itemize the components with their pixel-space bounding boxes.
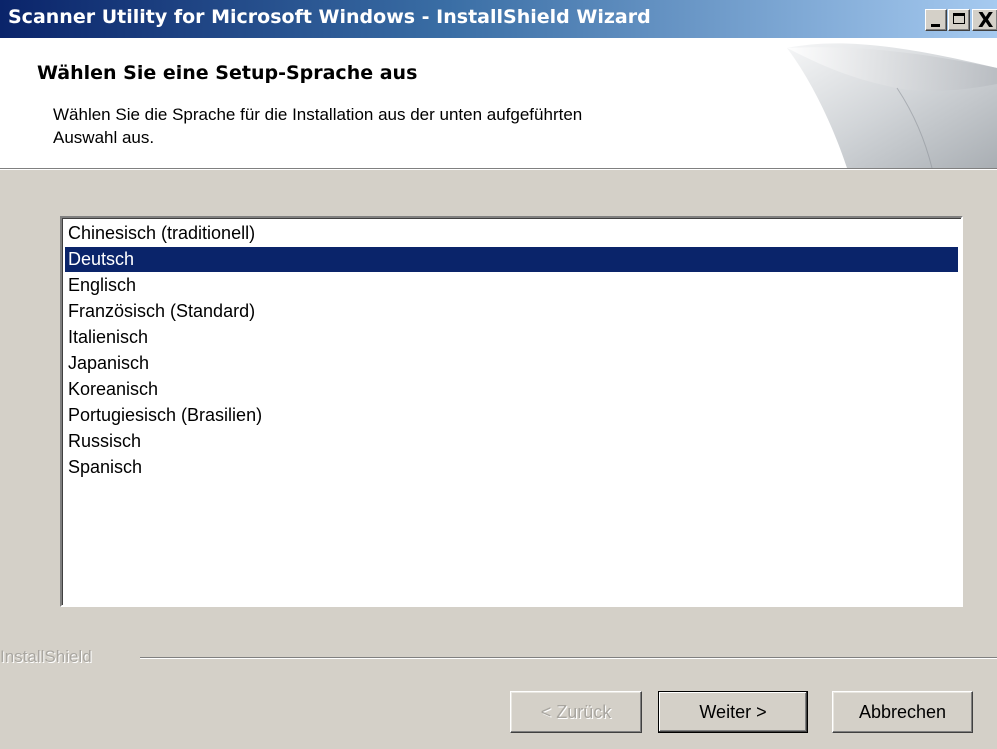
close-icon: X bbox=[978, 8, 994, 32]
page-description: Wählen Sie die Sprache für die Installat… bbox=[53, 105, 583, 147]
maximize-icon bbox=[953, 13, 965, 24]
page-curl-graphic bbox=[777, 38, 997, 168]
maximize-button[interactable] bbox=[948, 9, 970, 31]
title-bar[interactable]: Scanner Utility for Microsoft Windows - … bbox=[0, 0, 997, 38]
language-list-item[interactable]: Russisch bbox=[65, 429, 958, 454]
language-list-item[interactable]: Deutsch bbox=[65, 247, 958, 272]
installshield-label: InstallShield bbox=[0, 647, 92, 666]
header-banner: Wählen Sie eine Setup-Sprache aus Wählen… bbox=[0, 38, 997, 169]
installshield-wizard-window: Scanner Utility for Microsoft Windows - … bbox=[0, 0, 997, 749]
language-list-item[interactable]: Französisch (Standard) bbox=[65, 299, 958, 324]
language-list[interactable]: Chinesisch (traditionell) Deutsch Englisch… bbox=[60, 216, 963, 607]
language-list-item[interactable]: Portugiesisch (Brasilien) bbox=[65, 403, 958, 428]
language-list-item[interactable]: Italienisch bbox=[65, 325, 958, 350]
window-title: Scanner Utility for Microsoft Windows - … bbox=[8, 6, 651, 28]
close-button[interactable]: X bbox=[972, 9, 997, 31]
next-button[interactable]: Weiter > bbox=[658, 691, 808, 733]
banner-divider bbox=[0, 169, 997, 170]
language-list-item[interactable]: Spanisch bbox=[65, 455, 958, 480]
cancel-button[interactable]: Abbrechen bbox=[832, 691, 973, 733]
minimize-button[interactable] bbox=[925, 9, 947, 31]
language-list-item[interactable]: Chinesisch (traditionell) bbox=[65, 221, 958, 246]
footer-divider bbox=[140, 657, 997, 659]
page-title: Wählen Sie eine Setup-Sprache aus bbox=[37, 62, 418, 84]
minimize-icon bbox=[931, 24, 940, 27]
back-button[interactable]: < Zurück bbox=[510, 691, 642, 733]
language-list-item[interactable]: Japanisch bbox=[65, 351, 958, 376]
language-list-item[interactable]: Koreanisch bbox=[65, 377, 958, 402]
language-list-item[interactable]: Englisch bbox=[65, 273, 958, 298]
